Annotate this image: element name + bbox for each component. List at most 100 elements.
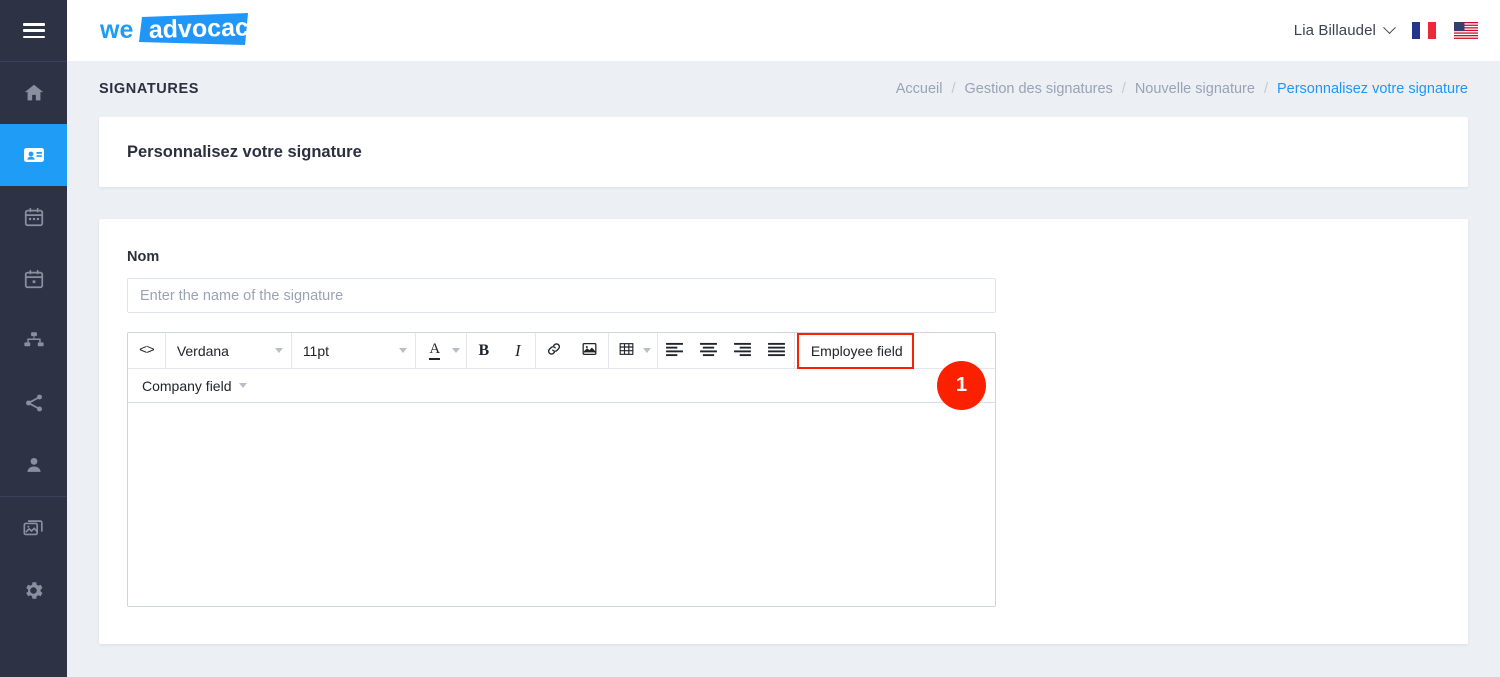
toolbar-group-company-field: Company field — [128, 369, 255, 402]
sidebar-item-settings[interactable] — [0, 559, 67, 621]
employee-field-value: Employee field — [810, 342, 903, 359]
breadcrumb-item-nouvelle-signature[interactable]: Nouvelle signature — [1135, 81, 1255, 97]
menu-toggle-button[interactable] — [0, 0, 67, 61]
network-icon — [22, 330, 46, 352]
signature-name-input[interactable] — [127, 278, 996, 313]
name-field-label: Nom — [127, 249, 160, 265]
page-header: SIGNATURES Accueil / Gestion des signatu… — [67, 61, 1500, 117]
breadcrumb-item-personnalisez-votre-signature[interactable]: Personnalisez votre signature — [1277, 81, 1468, 97]
source-code-button[interactable]: <> — [128, 334, 165, 367]
sidebar-item-social[interactable] — [0, 372, 67, 434]
company-field-select[interactable]: Company field — [128, 369, 255, 402]
employee-field-select[interactable]: Employee field — [796, 332, 914, 369]
svg-text:advocacy: advocacy — [148, 13, 250, 44]
toolbar-group-font: Verdana — [166, 333, 292, 368]
sidebar-item-banners[interactable] — [0, 310, 67, 372]
rich-text-editor: <> Verdana 11pt A B I Employee field Com… — [127, 332, 996, 607]
chevron-down-icon — [274, 348, 283, 353]
sidebar-item-home[interactable] — [0, 62, 67, 124]
signature-form-card: Nom <> Verdana — [99, 219, 1468, 644]
insert-table-button[interactable] — [609, 334, 637, 367]
card-spacer — [99, 187, 1468, 219]
breadcrumb-separator: / — [1263, 81, 1268, 97]
chevron-down-icon — [451, 348, 460, 353]
sidebar-item-signatures[interactable] — [0, 124, 67, 186]
toolbar-group-style: B I — [467, 333, 536, 368]
toolbar-group-employee-field: Employee field — [795, 332, 914, 369]
company-field-value: Company field — [142, 377, 232, 394]
sidebar-item-employees[interactable] — [0, 434, 67, 496]
text-color-label: A — [429, 341, 441, 360]
us-flag-icon[interactable] — [1454, 22, 1478, 39]
top-bar-right: Lia Billaudel — [1293, 21, 1478, 39]
sidebar-item-campaigns[interactable] — [0, 248, 67, 310]
text-color-dropdown-button[interactable] — [446, 334, 466, 367]
user-name-label: Lia Billaudel — [1293, 22, 1376, 39]
breadcrumb-separator: / — [951, 81, 956, 97]
table-icon — [618, 341, 635, 360]
editor-toolbar: <> Verdana 11pt A B I Employee field Com… — [128, 332, 995, 403]
breadcrumb-separator: / — [1121, 81, 1126, 97]
gallery-icon — [22, 517, 45, 539]
toolbar-row-1: <> Verdana 11pt A B I Employee field — [128, 332, 995, 369]
toolbar-group-size: 11pt — [292, 333, 416, 368]
font-size-value: 11pt — [302, 342, 330, 359]
chevron-down-icon — [642, 348, 651, 353]
content-area: Personnalisez votre signature Nom <> — [67, 117, 1500, 677]
chevron-down-icon — [1383, 21, 1396, 35]
main-area: we advocacy Lia Billaudel SIGNATURES Acc… — [67, 0, 1500, 677]
link-button[interactable] — [536, 334, 572, 367]
font-family-select[interactable]: Verdana — [166, 334, 291, 367]
top-bar: we advocacy Lia Billaudel — [67, 0, 1500, 61]
toolbar-group-align — [658, 333, 795, 368]
align-left-icon — [666, 342, 684, 360]
text-color-button[interactable]: A — [416, 334, 446, 367]
align-center-button[interactable] — [692, 334, 726, 367]
align-center-icon — [700, 342, 718, 360]
breadcrumb-item-gestion-des-signatures[interactable]: Gestion des signatures — [964, 81, 1112, 97]
title-card: Personnalisez votre signature — [99, 117, 1468, 187]
chevron-down-icon — [238, 383, 247, 388]
toolbar-group-source: <> — [128, 333, 166, 368]
share-icon — [23, 392, 45, 414]
sidebar-item-media[interactable] — [0, 497, 67, 559]
italic-button[interactable]: I — [501, 334, 535, 367]
french-flag-icon[interactable] — [1412, 22, 1436, 39]
sidebar — [0, 0, 67, 677]
image-icon — [581, 341, 598, 360]
hamburger-icon — [22, 23, 45, 38]
font-size-select[interactable]: 11pt — [292, 334, 415, 367]
gear-icon — [22, 579, 45, 602]
sidebar-item-events[interactable] — [0, 186, 67, 248]
calendar-events-icon — [23, 206, 45, 228]
breadcrumb-item-accueil[interactable]: Accueil — [896, 81, 943, 97]
toolbar-row-2: Company field — [128, 368, 995, 402]
calendar-date-icon — [23, 268, 45, 290]
user-menu[interactable]: Lia Billaudel — [1293, 21, 1396, 39]
link-icon — [546, 341, 562, 360]
align-right-icon — [734, 342, 752, 360]
chevron-down-icon — [398, 348, 407, 353]
person-icon — [23, 454, 45, 476]
toolbar-group-insert — [536, 333, 609, 368]
breadcrumb: Accueil / Gestion des signatures / Nouve… — [896, 81, 1468, 97]
home-icon — [23, 82, 45, 104]
brand-logo[interactable]: we advocacy — [100, 11, 250, 51]
annotation-badge-1: 1 — [937, 361, 986, 410]
bold-button[interactable]: B — [467, 334, 501, 367]
editor-content-area[interactable] — [128, 403, 995, 606]
table-dropdown-button[interactable] — [637, 334, 657, 367]
align-justify-button[interactable] — [760, 334, 794, 367]
card-heading: Personnalisez votre signature — [127, 142, 362, 161]
toolbar-group-color: A — [416, 333, 467, 368]
align-right-button[interactable] — [726, 334, 760, 367]
insert-image-button[interactable] — [572, 334, 608, 367]
app-root: we advocacy Lia Billaudel SIGNATURES Acc… — [0, 0, 1500, 677]
contact-card-icon — [22, 143, 46, 167]
align-left-button[interactable] — [658, 334, 692, 367]
page-title: SIGNATURES — [99, 81, 199, 97]
font-family-value: Verdana — [176, 342, 229, 359]
align-justify-icon — [768, 342, 786, 360]
svg-text:we: we — [100, 16, 133, 44]
toolbar-group-table — [609, 333, 658, 368]
